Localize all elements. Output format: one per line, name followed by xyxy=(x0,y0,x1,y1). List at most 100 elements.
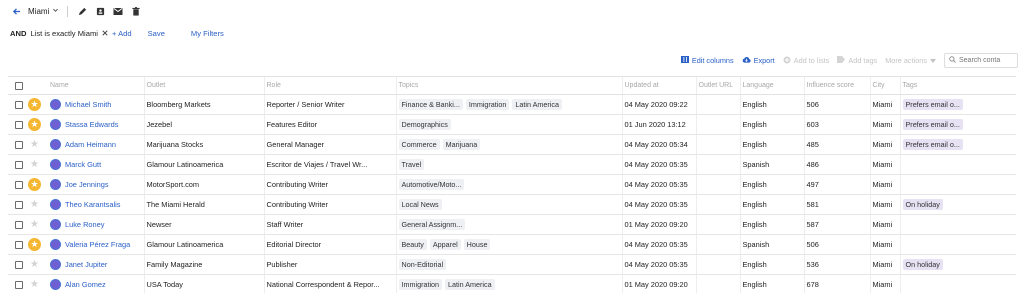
column-header-outlet[interactable]: Outlet xyxy=(143,76,264,95)
pencil-icon[interactable] xyxy=(76,5,88,17)
table-row[interactable]: ★ Marck Gutt Glamour Latinoamerica Escritor… xyxy=(8,154,1016,175)
add-filter-button[interactable]: + Add xyxy=(112,29,132,38)
column-header-city[interactable]: City xyxy=(869,76,900,95)
table-row[interactable]: ★ Alan Gomez USA Today National Corresponde… xyxy=(8,274,1016,293)
star-filled-icon[interactable]: ★ xyxy=(28,118,41,131)
column-header-tags[interactable]: Tags xyxy=(899,76,1016,95)
influence-score-cell: 581 xyxy=(803,194,870,215)
topic-chip: Demographics xyxy=(398,119,451,130)
star-outline-icon[interactable]: ★ xyxy=(30,138,39,151)
contact-card-icon[interactable] xyxy=(94,5,106,17)
column-header-role[interactable]: Role xyxy=(263,76,396,95)
row-checkbox[interactable] xyxy=(15,161,23,170)
outlet-url-cell xyxy=(695,94,740,115)
contact-name-link[interactable]: Marck Gutt xyxy=(65,160,101,169)
my-filters-button[interactable]: My Filters xyxy=(191,29,224,38)
star-filled-icon[interactable]: ★ xyxy=(28,98,41,111)
edit-columns-button[interactable]: Edit columns xyxy=(680,56,734,65)
star-filled-icon[interactable]: ★ xyxy=(28,178,41,191)
table-row[interactable]: ★ Luke Roney Newser Staff Writer General Ass… xyxy=(8,214,1016,235)
table-row[interactable]: ★ Janet Jupiter Family Magazine Publisher No… xyxy=(8,254,1016,275)
tags-cell xyxy=(899,274,1016,293)
row-checkbox[interactable] xyxy=(15,201,23,210)
outlet-cell: Newser xyxy=(143,214,264,235)
contact-name-link[interactable]: Janet Jupiter xyxy=(65,260,107,269)
contact-name-link[interactable]: Stassa Edwards xyxy=(65,120,118,129)
topic-chip: General Assignm... xyxy=(398,219,466,230)
more-actions-button[interactable]: More actions xyxy=(885,56,936,65)
topics-cell: Travel xyxy=(395,154,622,175)
select-all-checkbox[interactable] xyxy=(15,81,23,90)
outlet-cell: The Miami Herald xyxy=(143,194,264,215)
save-filter-button[interactable]: Save xyxy=(148,29,165,38)
column-header-language[interactable]: Language xyxy=(739,76,804,95)
influence-score-cell: 678 xyxy=(803,274,870,293)
role-cell: Contributing Writer xyxy=(263,194,396,215)
table-row[interactable]: ★ Joe Jennings MotorSport.com Contributing … xyxy=(8,174,1016,195)
row-checkbox[interactable] xyxy=(15,261,23,270)
contact-name-link[interactable]: Adam Heimann xyxy=(65,140,116,149)
table-row[interactable]: ★ Adam Heimann Marijuana Stocks General Man… xyxy=(8,134,1016,155)
row-checkbox[interactable] xyxy=(15,101,23,110)
updated-at-cell: 01 May 2020 09:20 xyxy=(621,214,696,235)
city-cell: Miami xyxy=(869,274,900,293)
contact-name-link[interactable]: Michael Smith xyxy=(65,100,111,109)
table-row[interactable]: ★ Valeria Pérez Fraga Glamour Latinoameric… xyxy=(8,234,1016,255)
row-checkbox[interactable] xyxy=(15,181,23,190)
row-checkbox[interactable] xyxy=(15,221,23,230)
city-cell: Miami xyxy=(869,94,900,115)
outlet-url-cell xyxy=(695,214,740,235)
row-checkbox[interactable] xyxy=(15,281,23,290)
filter-chip[interactable]: List is exactly Miami xyxy=(30,29,108,38)
trash-icon[interactable] xyxy=(130,5,142,17)
arrow-left-icon[interactable] xyxy=(10,5,22,17)
topics-cell: Finance & Banki... Immigration Latin Ameri… xyxy=(395,94,622,115)
topic-chip: Finance & Banki... xyxy=(398,99,463,110)
star-filled-icon[interactable]: ★ xyxy=(28,238,41,251)
contact-name-link[interactable]: Valeria Pérez Fraga xyxy=(65,240,130,249)
topic-chip: Marijuana xyxy=(442,139,481,150)
list-selector[interactable]: Miami xyxy=(28,7,59,16)
role-cell: National Correspondent & Repor... xyxy=(263,274,396,293)
influence-score-cell: 603 xyxy=(803,114,870,135)
export-button[interactable]: Export xyxy=(742,56,775,65)
language-cell: English xyxy=(739,214,804,235)
row-checkbox[interactable] xyxy=(15,241,23,250)
row-checkbox[interactable] xyxy=(15,141,23,150)
contact-name-link[interactable]: Theo Karantsalis xyxy=(65,200,120,209)
language-cell: English xyxy=(739,174,804,195)
table-row[interactable]: ★ Michael Smith Bloomberg Markets Reporter … xyxy=(8,94,1016,115)
avatar xyxy=(50,99,61,110)
column-header-influence-score[interactable]: Influence score xyxy=(803,76,870,95)
city-cell: Miami xyxy=(869,254,900,275)
avatar xyxy=(50,199,61,210)
envelope-icon[interactable] xyxy=(112,5,124,17)
star-outline-icon[interactable]: ★ xyxy=(30,158,39,171)
star-outline-icon[interactable]: ★ xyxy=(30,258,39,271)
column-header-topics[interactable]: Topics xyxy=(395,76,622,95)
search-input[interactable] xyxy=(959,57,1015,64)
topics-cell: Demographics xyxy=(395,114,622,135)
contact-name-link[interactable]: Alan Gomez xyxy=(65,280,106,289)
search-box[interactable] xyxy=(944,53,1018,68)
city-cell: Miami xyxy=(869,194,900,215)
column-header-outlet-url[interactable]: Outlet URL xyxy=(695,76,740,95)
star-outline-icon[interactable]: ★ xyxy=(30,278,39,291)
table-row[interactable]: ★ Theo Karantsalis The Miami Herald Contrib… xyxy=(8,194,1016,215)
contact-name-link[interactable]: Joe Jennings xyxy=(65,180,109,189)
role-cell: Reporter / Senior Writer xyxy=(263,94,396,115)
add-to-lists-button[interactable]: Add to lists xyxy=(783,56,830,66)
add-to-lists-label: Add to lists xyxy=(793,56,830,65)
star-outline-icon[interactable]: ★ xyxy=(30,198,39,211)
add-tags-button[interactable]: Add tags xyxy=(837,56,877,65)
star-outline-icon[interactable]: ★ xyxy=(30,218,39,231)
row-checkbox[interactable] xyxy=(15,121,23,130)
table-row[interactable]: ★ Stassa Edwards Jezebel Features Editor Dem… xyxy=(8,114,1016,135)
avatar xyxy=(50,279,61,290)
topic-chip: Immigration xyxy=(398,279,443,290)
column-header-updated-at[interactable]: Updated at xyxy=(621,76,696,95)
city-cell: Miami xyxy=(869,114,900,135)
column-header-name[interactable]: Name xyxy=(48,76,144,95)
close-icon[interactable] xyxy=(102,29,108,38)
contact-name-link[interactable]: Luke Roney xyxy=(65,220,104,229)
